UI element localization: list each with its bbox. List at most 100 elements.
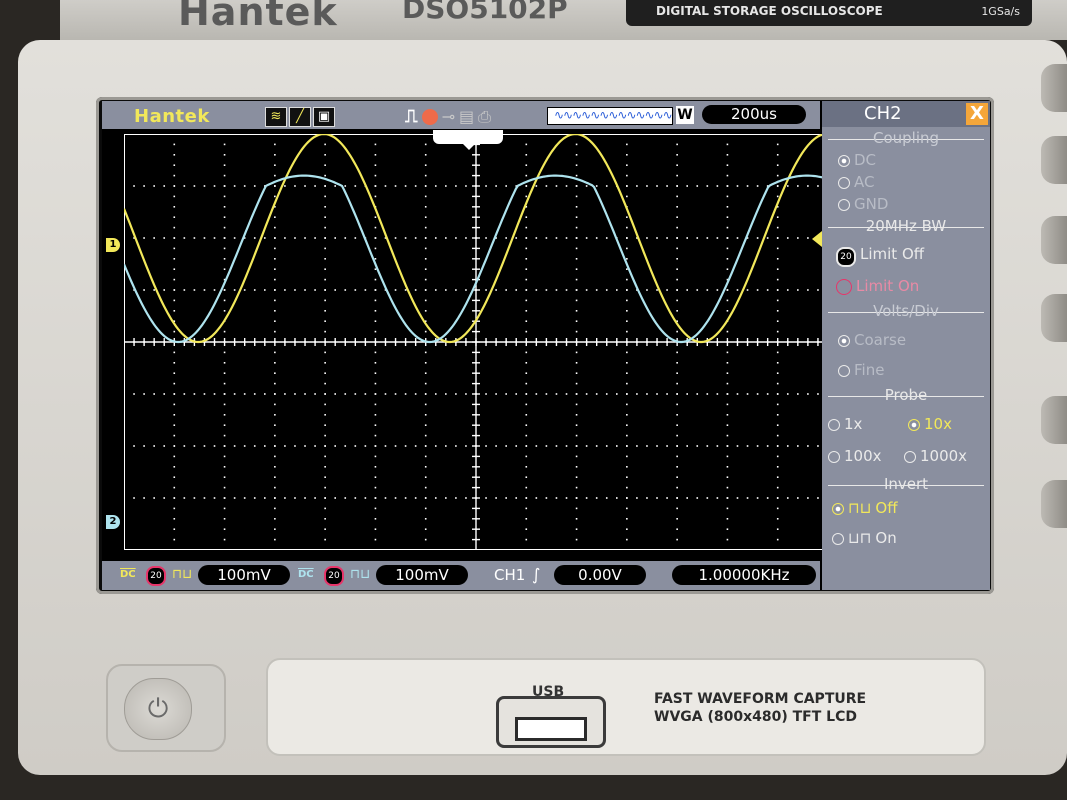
grid-dot	[756, 237, 759, 239]
grid-dot	[223, 237, 226, 239]
grid-dot	[706, 445, 709, 447]
grid-dot	[324, 382, 326, 385]
grid-dot	[374, 154, 377, 156]
grid-dot	[525, 538, 528, 541]
grid-dot	[173, 486, 176, 489]
grid-dot	[495, 497, 497, 499]
run-status: ⎍ ⊸ ▤ ⎙	[405, 106, 491, 127]
grid-dot	[746, 445, 749, 447]
grid-dot	[374, 445, 377, 447]
grid-dot	[776, 362, 779, 364]
grid-dot	[274, 362, 276, 364]
grid-dot	[223, 382, 226, 385]
power-button[interactable]: ⏻	[124, 678, 192, 740]
close-icon[interactable]: X	[966, 103, 988, 125]
acquire-mode-icon: ≋	[265, 107, 287, 127]
grid-dot	[726, 299, 729, 302]
grid-dot	[233, 185, 236, 187]
menu-button-5[interactable]	[1041, 480, 1067, 528]
grid-dot	[223, 268, 226, 270]
menu-button-1[interactable]	[1041, 136, 1067, 184]
grid-dot	[636, 393, 638, 395]
trigger-level[interactable]: 0.00V	[554, 565, 646, 585]
grid-dot	[294, 445, 296, 447]
grid-dot	[424, 372, 427, 374]
grid-dot	[304, 185, 306, 187]
grid-dot	[374, 351, 377, 354]
grid-dot	[314, 445, 316, 447]
grid-dot	[555, 185, 558, 187]
grid-dot	[676, 278, 678, 281]
grid-dot	[776, 247, 779, 250]
grid-dot	[264, 497, 266, 499]
ch2-volts-div[interactable]: 100mV	[376, 565, 468, 585]
grid-dot	[726, 507, 729, 510]
grid-dot	[626, 278, 628, 281]
grid-dot	[626, 154, 628, 156]
grid-dot	[646, 445, 648, 447]
grid-dot	[274, 445, 276, 447]
grid-dot	[455, 237, 457, 239]
grid-dot	[173, 226, 176, 229]
grid-dot	[525, 476, 528, 478]
grid-dot	[575, 154, 578, 156]
grid-dot	[626, 216, 628, 218]
waveform-area[interactable]	[124, 134, 828, 550]
probe-1000x-option[interactable]: 1000x	[904, 447, 967, 465]
grid-dot	[424, 226, 427, 229]
grid-dot	[384, 185, 387, 187]
fine-option[interactable]: Fine	[838, 361, 884, 379]
grid-dot	[203, 497, 206, 499]
grid-dot	[394, 289, 397, 291]
menu-button-3[interactable]	[1041, 294, 1067, 342]
grid-dot	[203, 445, 206, 447]
grid-dot	[324, 164, 326, 166]
grid-dot	[746, 185, 749, 187]
coupling-gnd-option[interactable]: GND	[838, 195, 888, 213]
invert-off-option[interactable]: ⊓⊔ Off	[832, 499, 898, 517]
grid-dot	[163, 185, 166, 187]
grid-dot	[776, 372, 779, 374]
grid-dot	[274, 486, 276, 489]
grid-dot	[374, 185, 377, 187]
probe-1x-option[interactable]: 1x	[828, 415, 862, 433]
grid-dot	[575, 476, 578, 478]
grid-dot	[284, 289, 286, 291]
ch1-level-marker[interactable]: 1	[106, 238, 120, 252]
grid-dot	[414, 185, 417, 187]
grid-dot	[545, 445, 548, 447]
coupling-ac-option[interactable]: AC	[838, 173, 874, 191]
bw-limit-off-option[interactable]: 20 Limit Off	[836, 245, 924, 267]
grid-dot	[183, 445, 186, 447]
menu-button-2[interactable]	[1041, 216, 1067, 264]
grid-dot	[575, 445, 578, 447]
menu-button-4[interactable]	[1041, 396, 1067, 444]
grid-dot	[565, 289, 568, 291]
grid-dot	[676, 247, 678, 250]
grid-dot	[424, 518, 427, 520]
grid-dot	[374, 216, 377, 218]
grid-dot	[173, 185, 176, 187]
grid-dot	[676, 206, 678, 208]
grid-dot	[274, 289, 276, 291]
probe-10x-option[interactable]: 10x	[908, 415, 952, 433]
grid-dot	[274, 299, 276, 302]
grid-dot	[666, 185, 668, 187]
usb-port[interactable]	[496, 696, 606, 748]
invert-on-option[interactable]: ⊔⊓ On	[832, 529, 897, 547]
grid-dot	[626, 299, 628, 302]
grid-dot	[726, 466, 729, 468]
bw-limit-on-option[interactable]: Limit On	[836, 277, 919, 295]
grid-dot	[294, 393, 296, 395]
probe-100x-option[interactable]: 100x	[828, 447, 882, 465]
ch1-volts-div[interactable]: 100mV	[198, 565, 290, 585]
coarse-option[interactable]: Coarse	[838, 331, 906, 349]
grid-dot	[776, 497, 779, 499]
grid-dot	[264, 237, 266, 239]
grid-dot	[575, 143, 578, 146]
menu-button-0[interactable]	[1041, 64, 1067, 112]
grid-dot	[776, 393, 779, 395]
ch2-level-marker[interactable]: 2	[106, 515, 120, 529]
coupling-dc-option[interactable]: DC	[838, 151, 876, 169]
grid-dot	[807, 289, 809, 291]
